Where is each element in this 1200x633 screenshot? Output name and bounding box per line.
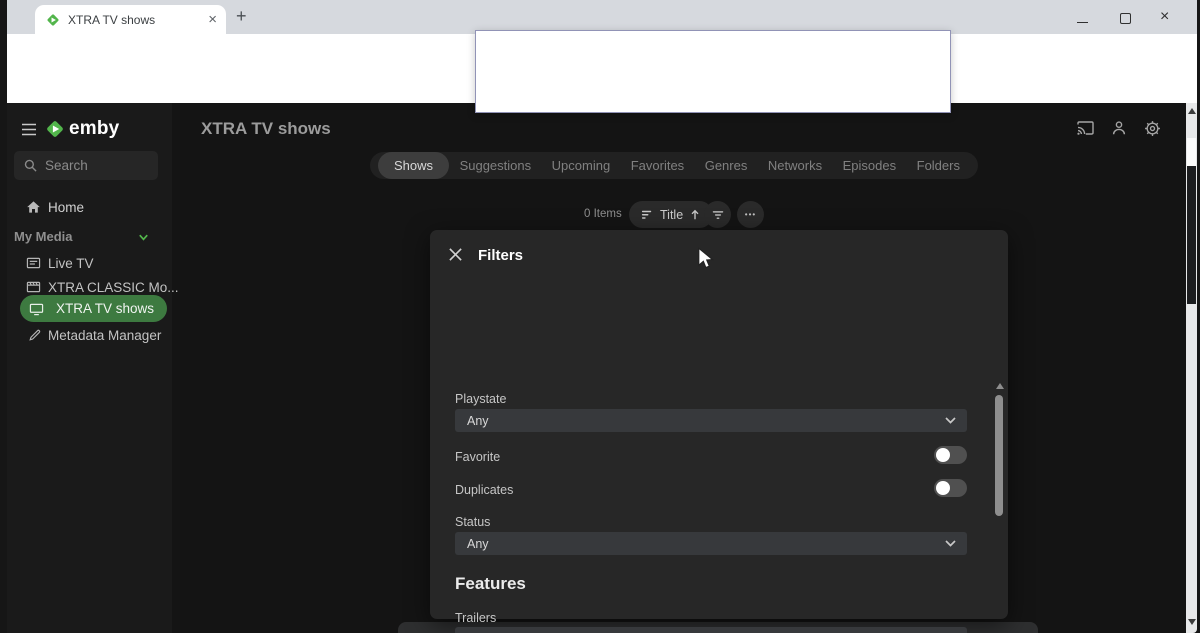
tab-networks[interactable]: Networks: [758, 158, 832, 173]
settings-gear-icon[interactable]: [1144, 120, 1161, 137]
live-tv-icon: [26, 256, 41, 270]
filter-funnel-icon: [711, 208, 725, 222]
search-icon: [24, 159, 37, 172]
sort-button[interactable]: Title: [629, 201, 713, 228]
filter-button[interactable]: [704, 201, 731, 228]
window-maximize-button[interactable]: [1120, 13, 1131, 24]
more-dots-icon: •••: [745, 210, 756, 219]
arrow-up-icon: [689, 208, 701, 221]
items-count: 0 Items: [584, 208, 622, 220]
tab-episodes[interactable]: Episodes: [833, 158, 906, 173]
window-left-edge: [0, 0, 7, 633]
sidebar-item-metadata-manager[interactable]: Metadata Manager: [0, 322, 172, 348]
tab-title: XTRA TV shows: [68, 13, 208, 27]
dialog-scroll-up-icon[interactable]: [996, 383, 1004, 389]
cast-icon[interactable]: [1076, 120, 1095, 136]
features-heading: Features: [455, 574, 526, 594]
tab-favorites[interactable]: Favorites: [621, 158, 694, 173]
sidebar-item-live-tv[interactable]: Live TV: [0, 250, 172, 276]
tv-monitor-icon: [29, 302, 44, 316]
scrollbar-up-icon[interactable]: [1188, 108, 1196, 114]
favorite-label: Favorite: [455, 450, 500, 464]
tab-folders[interactable]: Folders: [907, 158, 970, 173]
trailers-label: Trailers: [455, 611, 496, 625]
chevron-down-icon[interactable]: [136, 231, 151, 244]
sidebar-section-my-media[interactable]: My Media: [14, 229, 73, 244]
screen: XTRA TV shows × + × i http://localhost:8…: [0, 0, 1200, 633]
user-icon[interactable]: [1111, 120, 1127, 136]
window-close-button[interactable]: ×: [1160, 8, 1169, 26]
status-select[interactable]: Any: [455, 532, 967, 555]
page-title: XTRA TV shows: [201, 119, 331, 139]
close-icon[interactable]: [448, 247, 463, 262]
tab-upcoming[interactable]: Upcoming: [542, 158, 621, 173]
status-label: Status: [455, 515, 490, 529]
scrollbar-thumb[interactable]: [1187, 166, 1196, 304]
duplicates-label: Duplicates: [455, 483, 513, 497]
search-placeholder: Search: [45, 158, 88, 173]
browser-tab[interactable]: XTRA TV shows ×: [35, 5, 226, 34]
tab-genres[interactable]: Genres: [695, 158, 758, 173]
playstate-select[interactable]: Any: [455, 409, 967, 432]
dialog-title: Filters: [478, 247, 523, 264]
emby-page: emby Search Home My Media Live TV XTRA C…: [0, 103, 1200, 633]
home-icon: [26, 200, 41, 214]
emby-diamond-icon: [45, 119, 65, 139]
duplicates-toggle[interactable]: [934, 479, 967, 497]
emby-wordmark: emby: [69, 118, 119, 140]
library-tab-bar: Shows Suggestions Upcoming Favorites Gen…: [370, 152, 978, 179]
tab-suggestions[interactable]: Suggestions: [450, 158, 542, 173]
tab-shows[interactable]: Shows: [378, 152, 449, 179]
empty-dropdown-popup: [475, 30, 951, 113]
sidebar-item-xtra-tv-shows-selected[interactable]: XTRA TV shows: [20, 295, 167, 322]
tab-favicon-emby-icon: [46, 13, 60, 27]
movies-icon: [26, 280, 41, 294]
search-input[interactable]: Search: [14, 151, 158, 180]
more-button[interactable]: •••: [737, 201, 764, 228]
trailers-select[interactable]: Any: [455, 627, 967, 633]
sidebar-hamburger-icon[interactable]: [21, 123, 37, 136]
pencil-icon: [28, 328, 42, 342]
playstate-label: Playstate: [455, 392, 506, 406]
scrollbar-down-icon[interactable]: [1188, 619, 1196, 625]
chevron-down-icon: [945, 417, 956, 424]
window-minimize-button[interactable]: [1077, 22, 1088, 23]
browser-tab-strip: XTRA TV shows × + ×: [0, 0, 1200, 34]
sidebar: emby Search Home My Media Live TV XTRA C…: [0, 103, 172, 633]
browser-scrollbar[interactable]: [1186, 103, 1197, 633]
mouse-cursor: [697, 247, 714, 271]
tab-close-icon[interactable]: ×: [208, 12, 217, 27]
sidebar-item-home[interactable]: Home: [0, 194, 172, 220]
sort-lines-icon: [641, 208, 654, 221]
emby-logo[interactable]: emby: [45, 118, 119, 140]
filters-dialog: Filters Playstate Any Favorite Duplicate…: [430, 230, 1008, 619]
new-tab-button[interactable]: +: [236, 6, 247, 27]
dialog-scrollbar-thumb[interactable]: [995, 395, 1003, 516]
favorite-toggle[interactable]: [934, 446, 967, 464]
chevron-down-icon: [945, 540, 956, 547]
scrollbar-thumb-upper[interactable]: [1187, 138, 1196, 166]
